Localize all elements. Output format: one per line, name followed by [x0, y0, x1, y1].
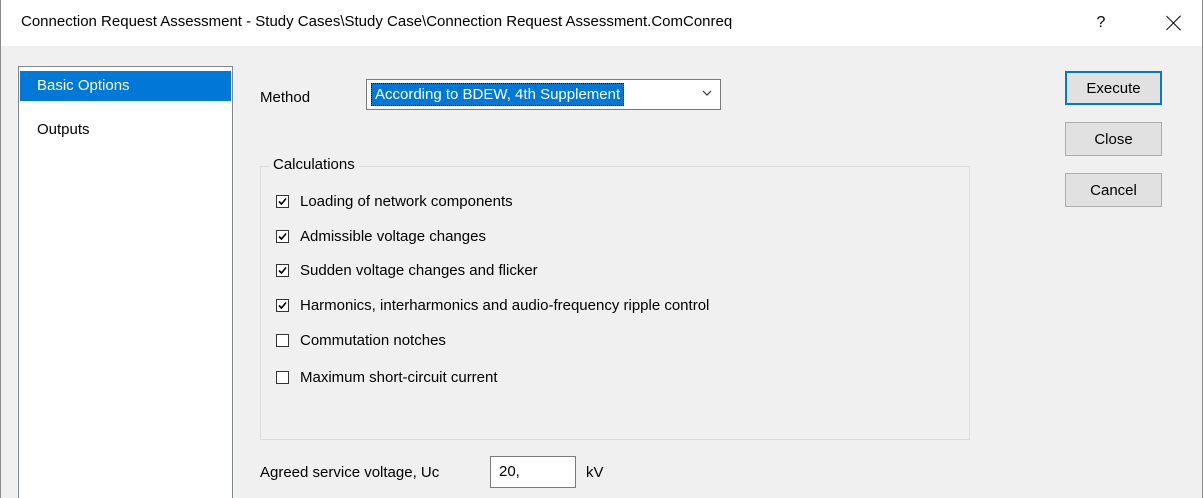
- checkbox[interactable]: [276, 264, 289, 277]
- checkbox-label: Admissible voltage changes: [300, 228, 486, 245]
- service-voltage-label: Agreed service voltage, Uc: [260, 464, 440, 481]
- checkbox[interactable]: [276, 334, 289, 347]
- close-button[interactable]: Close: [1065, 122, 1162, 156]
- sidebar-item-basic-options[interactable]: Basic Options: [20, 71, 231, 101]
- window-title: Connection Request Assessment - Study Ca…: [21, 13, 733, 30]
- checkbox[interactable]: [276, 230, 289, 243]
- help-button[interactable]: ?: [1089, 8, 1113, 38]
- service-voltage-unit: kV: [586, 464, 604, 481]
- title-bar: Connection Request Assessment - Study Ca…: [1, 0, 1202, 46]
- checkbox[interactable]: [276, 371, 289, 384]
- checkbox[interactable]: [276, 299, 289, 312]
- cancel-button[interactable]: Cancel: [1065, 173, 1162, 207]
- sidebar-item-outputs[interactable]: Outputs: [20, 115, 231, 145]
- chevron-down-icon: [702, 90, 712, 96]
- method-select[interactable]: According to BDEW, 4th Supplement: [366, 79, 721, 110]
- options-sidebar: Basic Options Outputs: [18, 66, 233, 498]
- calculations-title: Calculations: [269, 156, 359, 173]
- checkbox-label: Loading of network components: [300, 193, 513, 210]
- checkbox-label: Harmonics, interharmonics and audio-freq…: [300, 297, 710, 314]
- close-icon[interactable]: [1161, 10, 1187, 36]
- execute-button[interactable]: Execute: [1065, 71, 1162, 105]
- dialog-window: Connection Request Assessment - Study Ca…: [0, 0, 1203, 498]
- method-label: Method: [260, 89, 311, 106]
- checkbox-label: Sudden voltage changes and flicker: [300, 262, 538, 279]
- checkbox-label: Maximum short-circuit current: [300, 369, 498, 386]
- method-selected-value: According to BDEW, 4th Supplement: [371, 83, 625, 106]
- service-voltage-input[interactable]: 20,: [490, 456, 576, 488]
- checkbox-label: Commutation notches: [300, 332, 446, 349]
- checkbox[interactable]: [276, 195, 289, 208]
